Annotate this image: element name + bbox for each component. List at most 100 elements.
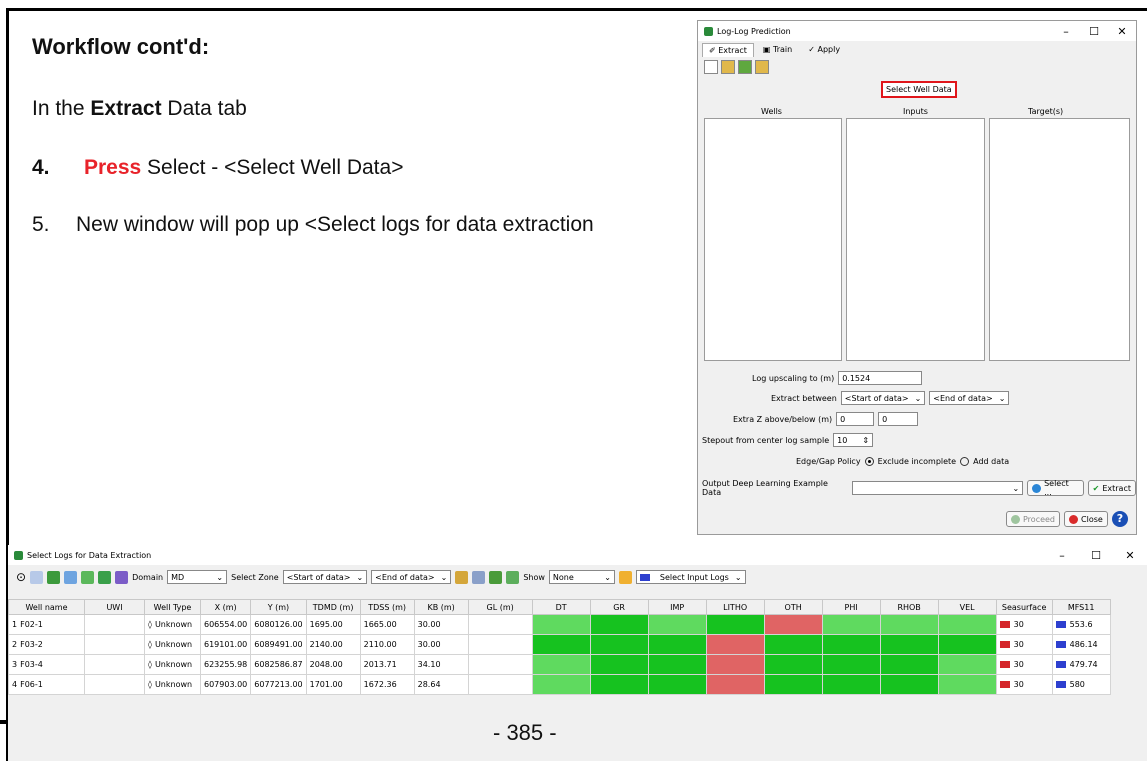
- cell-x[interactable]: 619101.00: [199, 634, 252, 655]
- tab-apply[interactable]: ✓ Apply: [801, 42, 847, 57]
- bars-icon[interactable]: [489, 570, 503, 584]
- log-availability-cell[interactable]: [879, 634, 939, 655]
- col-gr[interactable]: GR: [589, 599, 649, 615]
- help-icon[interactable]: ?: [1112, 511, 1128, 527]
- cell-y[interactable]: 6082586.87: [250, 654, 307, 675]
- cell-uwi[interactable]: [84, 674, 145, 695]
- sort-icon[interactable]: [47, 570, 61, 584]
- cell-kb[interactable]: 30.00: [413, 634, 469, 655]
- log-availability-cell[interactable]: [879, 674, 939, 695]
- close-icon[interactable]: ✕: [1113, 549, 1147, 562]
- cell-uwi[interactable]: [84, 634, 145, 655]
- log-availability-cell[interactable]: [589, 614, 649, 635]
- cell-kb[interactable]: 30.00: [413, 614, 469, 635]
- extract-start-dropdown[interactable]: <Start of data> ⌄: [840, 391, 926, 405]
- tab-extract[interactable]: ✐ Extract: [702, 43, 754, 57]
- extract-button[interactable]: ✔ Extract: [1087, 480, 1136, 496]
- cell-mfs11[interactable]: 486.14: [1051, 634, 1111, 655]
- cell-tdss[interactable]: 2110.00: [359, 634, 415, 655]
- cell-tdmd[interactable]: 2048.00: [305, 654, 361, 675]
- cell-mfs11[interactable]: 553.6: [1051, 614, 1111, 635]
- log-availability-cell[interactable]: [937, 634, 997, 655]
- filter-icon[interactable]: [30, 570, 44, 584]
- cell-uwi[interactable]: [84, 654, 145, 675]
- tab-train[interactable]: ▣ Train: [756, 42, 799, 57]
- table-row[interactable]: 1 F02-1 ◊ Unknown 606554.00 6080126.00 1695.00…: [8, 614, 1111, 635]
- cell-x[interactable]: 623255.98: [199, 654, 252, 675]
- well-log-table[interactable]: Well name UWI Well Type X (m) Y (m) TDMD…: [8, 599, 1111, 715]
- close-button[interactable]: Close: [1064, 511, 1108, 527]
- col-y[interactable]: Y (m): [250, 599, 307, 615]
- log-availability-cell[interactable]: [763, 674, 823, 695]
- cell-well-type[interactable]: ◊ Unknown: [144, 674, 201, 695]
- cell-y[interactable]: 6080126.00: [250, 614, 307, 635]
- cell-uwi[interactable]: [84, 614, 145, 635]
- col-tdmd[interactable]: TDMD (m): [305, 599, 361, 615]
- cell-tdss[interactable]: 1665.00: [359, 614, 415, 635]
- log-icon[interactable]: [472, 570, 486, 584]
- log-availability-cell[interactable]: [879, 614, 939, 635]
- col-vel[interactable]: VEL: [937, 599, 997, 615]
- log-availability-cell[interactable]: [531, 634, 591, 655]
- cell-tdss[interactable]: 2013.71: [359, 654, 415, 675]
- cell-kb[interactable]: 34.10: [413, 654, 469, 675]
- extra-z-below-input[interactable]: 0: [878, 412, 919, 426]
- log-availability-cell[interactable]: [937, 614, 997, 635]
- select-input-logs-dropdown[interactable]: Select Input Logs ⌄: [635, 570, 746, 584]
- log-availability-cell[interactable]: [647, 674, 707, 695]
- col-dt[interactable]: DT: [531, 599, 591, 615]
- col-oth[interactable]: OTH: [763, 599, 823, 615]
- col-well-name[interactable]: Well name: [8, 599, 85, 615]
- cell-gl[interactable]: [467, 634, 533, 655]
- log-availability-cell[interactable]: [589, 634, 649, 655]
- exclude-incomplete-radio[interactable]: [864, 457, 874, 466]
- log-availability-cell[interactable]: [705, 674, 765, 695]
- proceed-button[interactable]: Proceed: [1006, 511, 1061, 527]
- log-availability-cell[interactable]: [763, 654, 823, 675]
- cell-seasurface[interactable]: 30: [995, 614, 1053, 635]
- col-gl[interactable]: GL (m): [467, 599, 533, 615]
- col-well-type[interactable]: Well Type: [144, 599, 201, 615]
- cell-tdss[interactable]: 1672.36: [359, 674, 415, 695]
- log-availability-cell[interactable]: [937, 654, 997, 675]
- col-litho[interactable]: LITHO: [705, 599, 765, 615]
- col-phi[interactable]: PHI: [821, 599, 881, 615]
- show-dropdown[interactable]: None ⌄: [548, 570, 615, 584]
- select-well-data-button[interactable]: Select Well Data: [881, 81, 957, 98]
- col-uwi[interactable]: UWI: [84, 599, 145, 615]
- log-availability-cell[interactable]: [705, 654, 765, 675]
- log-availability-cell[interactable]: [589, 654, 649, 675]
- cell-well-type[interactable]: ◊ Unknown: [144, 634, 201, 655]
- log-availability-cell[interactable]: [647, 654, 707, 675]
- table-row[interactable]: 4 F06-1 ◊ Unknown 607903.00 6077213.00 1701.00…: [8, 674, 1111, 695]
- spinner-icon[interactable]: ⇕: [862, 436, 869, 445]
- cell-mfs11[interactable]: 479.74: [1051, 654, 1111, 675]
- stepout-spinner[interactable]: 10 ⇕: [833, 433, 874, 447]
- log-availability-cell[interactable]: [705, 614, 765, 635]
- save-as-icon[interactable]: [755, 60, 769, 74]
- col-seasurface[interactable]: Seasurface: [995, 599, 1053, 615]
- cell-tdmd[interactable]: 2140.00: [305, 634, 361, 655]
- cell-y[interactable]: 6077213.00: [250, 674, 307, 695]
- cell-tdmd[interactable]: 1695.00: [305, 614, 361, 635]
- cell-x[interactable]: 606554.00: [199, 614, 252, 635]
- cell-well-name[interactable]: 3 F03-4: [8, 654, 85, 675]
- log-availability-cell[interactable]: [821, 614, 881, 635]
- cell-seasurface[interactable]: 30: [995, 654, 1053, 675]
- log-availability-cell[interactable]: [821, 654, 881, 675]
- cell-y[interactable]: 6089491.00: [250, 634, 307, 655]
- table-row[interactable]: 2 F03-2 ◊ Unknown 619101.00 6089491.00 2140.00…: [8, 634, 1111, 655]
- cell-gl[interactable]: [467, 674, 533, 695]
- log-availability-cell[interactable]: [763, 614, 823, 635]
- log-availability-cell[interactable]: [937, 674, 997, 695]
- log-availability-cell[interactable]: [879, 654, 939, 675]
- select-button[interactable]: Select ...: [1027, 479, 1084, 497]
- log-availability-cell[interactable]: [763, 634, 823, 655]
- inputs-list[interactable]: [846, 118, 985, 361]
- table-row[interactable]: 3 F03-4 ◊ Unknown 623255.98 6082586.87 2048.00…: [8, 654, 1111, 675]
- col-imp[interactable]: IMP: [647, 599, 707, 615]
- new-file-icon[interactable]: [704, 60, 718, 74]
- targets-list[interactable]: [989, 118, 1130, 361]
- log-availability-cell[interactable]: [647, 614, 707, 635]
- maximize-icon[interactable]: ☐: [1079, 549, 1113, 562]
